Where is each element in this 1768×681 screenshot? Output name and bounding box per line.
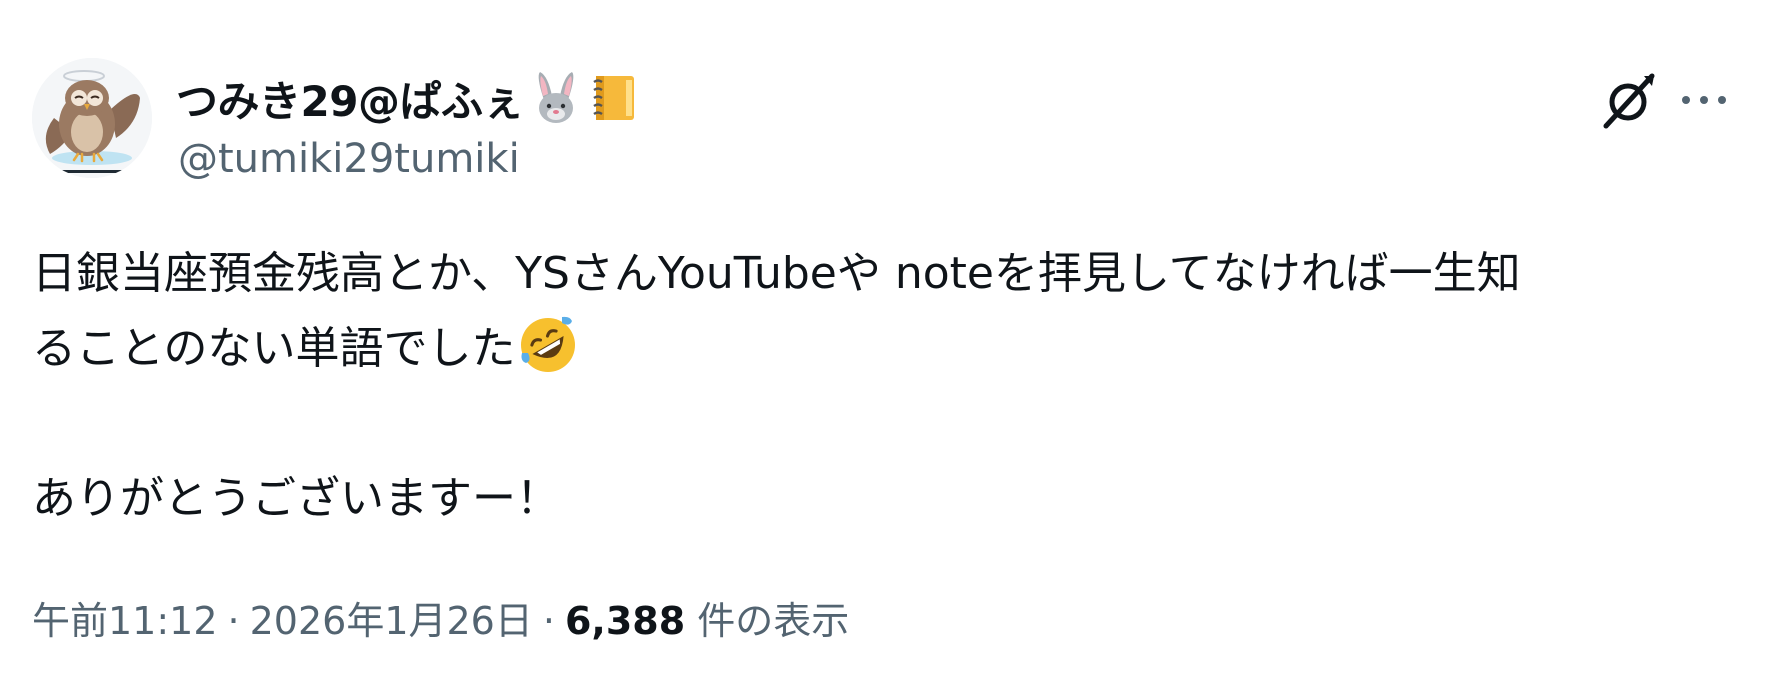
tweet: つみき29@ぱふぇ @tumiki29tumiki 日銀当座預金残高とか、YSさ… xyxy=(0,0,1768,681)
views-label: 件の表示 xyxy=(697,599,850,643)
author-name-row: つみき29@ぱふぇ xyxy=(176,66,640,130)
more-button[interactable] xyxy=(1676,72,1732,128)
tweet-text-line: ることのない単語でした xyxy=(32,311,1742,386)
rabbit-face-emoji-icon xyxy=(530,70,582,126)
tweet-text-line: ありがとうございますー！ xyxy=(32,473,560,524)
avatar[interactable] xyxy=(32,58,152,178)
grok-button[interactable] xyxy=(1598,68,1662,132)
separator: · xyxy=(542,599,555,643)
tweet-text-line: 日銀当座預金残高とか、YSさんYouTubeや noteを拝見してなければ一生知 xyxy=(32,248,1521,299)
grok-icon xyxy=(1603,73,1655,129)
tweet-date[interactable]: 2026年1月26日 xyxy=(250,599,533,643)
rolling-on-floor-laughing-emoji-icon xyxy=(518,315,578,375)
more-icon xyxy=(1682,96,1726,104)
notebook-emoji-icon xyxy=(588,70,640,126)
display-name[interactable]: つみき29@ぱふぇ xyxy=(176,68,524,129)
tweet-text-segment: ることのない単語でした xyxy=(32,323,516,374)
tweet-text: 日銀当座預金残高とか、YSさんYouTubeや noteを拝見してなければ一生知… xyxy=(32,236,1742,536)
author-handle[interactable]: @tumiki29tumiki xyxy=(178,136,520,182)
tweet-meta: 午前11:12 · 2026年1月26日 · 6,388 件の表示 xyxy=(32,590,849,645)
views-count: 6,388 xyxy=(564,599,686,643)
separator: · xyxy=(227,599,240,643)
tweet-time[interactable]: 午前11:12 xyxy=(32,599,218,643)
owl-avatar-icon xyxy=(32,58,152,178)
